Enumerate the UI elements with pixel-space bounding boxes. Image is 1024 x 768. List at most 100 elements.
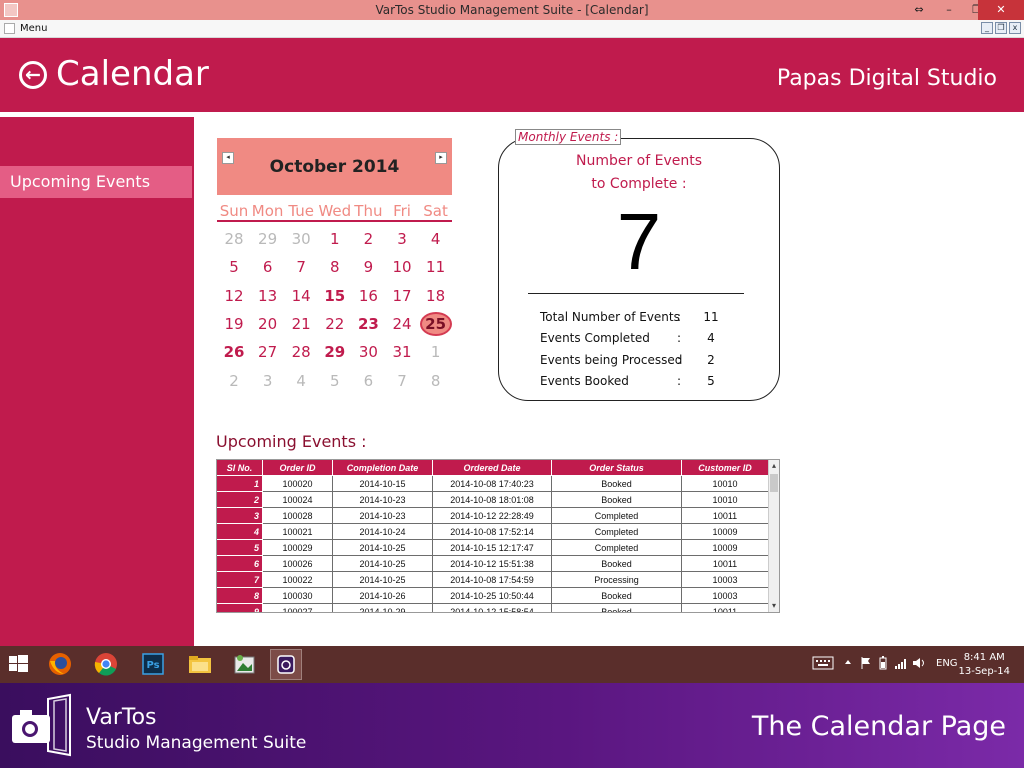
table-cell[interactable]: 10011	[682, 508, 769, 524]
table-row[interactable]: 9 100027 2014-10-29 2014-10-12 15:58:54 Book…	[217, 604, 769, 612]
table-cell[interactable]: 2014-10-23	[333, 492, 433, 508]
table-cell[interactable]: 2014-10-25	[333, 540, 433, 556]
table-cell[interactable]: 2014-10-12 22:28:49	[433, 508, 552, 524]
table-cell[interactable]: 9	[217, 604, 263, 612]
table-cell[interactable]: Booked	[552, 476, 682, 492]
table-cell[interactable]: Booked	[552, 588, 682, 604]
calendar-day[interactable]: 9	[351, 255, 385, 279]
battery-icon[interactable]	[878, 656, 888, 673]
upcoming-events-table[interactable]: Sl No. Order ID Completion Date Ordered Dat…	[216, 459, 780, 613]
calendar-day[interactable]: 4	[284, 369, 318, 393]
keyboard-icon[interactable]	[812, 656, 834, 673]
table-cell[interactable]: 2014-10-25 10:50:44	[433, 588, 552, 604]
calendar-day[interactable]: 26	[217, 340, 251, 364]
photoshop-icon[interactable]: Ps	[137, 649, 169, 680]
table-cell[interactable]: 10003	[682, 572, 769, 588]
calendar-day[interactable]: 22	[318, 312, 352, 336]
calendar-day[interactable]: 17	[385, 284, 419, 308]
table-cell[interactable]: 100030	[263, 588, 333, 604]
resize-button[interactable]: ⇔	[904, 0, 934, 20]
table-cell[interactable]: Booked	[552, 556, 682, 572]
table-cell[interactable]: 10011	[682, 556, 769, 572]
table-cell[interactable]: Completed	[552, 524, 682, 540]
calendar-day[interactable]: 18	[419, 284, 453, 308]
table-header-cell[interactable]: Order ID	[263, 460, 333, 476]
mdi-restore-button[interactable]: ❐	[995, 22, 1007, 34]
table-row[interactable]: 4 100021 2014-10-24 2014-10-08 17:52:14 Comp…	[217, 524, 769, 540]
table-cell[interactable]: 100024	[263, 492, 333, 508]
table-row[interactable]: 5 100029 2014-10-25 2014-10-15 12:17:47 Comp…	[217, 540, 769, 556]
menu-item-menu[interactable]: Menu	[20, 23, 47, 34]
table-cell[interactable]: 100028	[263, 508, 333, 524]
table-cell[interactable]: Completed	[552, 540, 682, 556]
table-row[interactable]: 2 100024 2014-10-23 2014-10-08 18:01:08 Book…	[217, 492, 769, 508]
firefox-icon[interactable]	[44, 649, 76, 680]
calendar-day[interactable]: 1	[318, 227, 352, 251]
signal-icon[interactable]	[894, 656, 908, 673]
next-month-button[interactable]: ▸	[435, 152, 447, 164]
table-cell[interactable]: 2	[217, 492, 263, 508]
table-header-cell[interactable]: Customer ID	[682, 460, 769, 476]
close-button[interactable]: ✕	[978, 0, 1024, 20]
table-cell[interactable]: 2014-10-25	[333, 556, 433, 572]
tray-expand-icon[interactable]	[844, 658, 852, 669]
table-row[interactable]: 6 100026 2014-10-25 2014-10-12 15:51:38 Book…	[217, 556, 769, 572]
scroll-down-icon[interactable]: ▾	[769, 601, 779, 611]
calendar-day[interactable]: 29	[318, 340, 352, 364]
table-cell[interactable]: Processing	[552, 572, 682, 588]
table-cell[interactable]: 100029	[263, 540, 333, 556]
table-cell[interactable]: 2014-10-08 17:52:14	[433, 524, 552, 540]
table-cell[interactable]: 100027	[263, 604, 333, 612]
file-explorer-icon[interactable]	[184, 649, 216, 680]
calendar-day[interactable]: 12	[217, 284, 251, 308]
windows-start-icon[interactable]	[2, 649, 34, 680]
calendar-day[interactable]: 1	[419, 340, 453, 364]
table-cell[interactable]: 10010	[682, 492, 769, 508]
calendar-day[interactable]: 4	[419, 227, 453, 251]
table-cell[interactable]: 100020	[263, 476, 333, 492]
language-indicator[interactable]: ENG	[936, 658, 958, 669]
taskbar-clock[interactable]: 8:41 AM 13-Sep-14	[958, 651, 1010, 679]
table-cell[interactable]: 2014-10-26	[333, 588, 433, 604]
table-cell[interactable]: 100026	[263, 556, 333, 572]
table-cell[interactable]: 1	[217, 476, 263, 492]
scroll-up-icon[interactable]: ▴	[769, 461, 779, 471]
table-header-cell[interactable]: Order Status	[552, 460, 682, 476]
table-cell[interactable]: 7	[217, 572, 263, 588]
table-cell[interactable]: 6	[217, 556, 263, 572]
table-cell[interactable]: 10011	[682, 604, 769, 612]
calendar-day[interactable]: 8	[419, 369, 453, 393]
table-cell[interactable]: 2014-10-08 17:54:59	[433, 572, 552, 588]
table-header-cell[interactable]: Completion Date	[333, 460, 433, 476]
calendar-day[interactable]: 2	[217, 369, 251, 393]
table-cell[interactable]: Booked	[552, 604, 682, 612]
calendar-day[interactable]: 28	[284, 340, 318, 364]
chrome-icon[interactable]	[90, 649, 122, 680]
table-cell[interactable]: 2014-10-08 17:40:23	[433, 476, 552, 492]
table-cell[interactable]: 2014-10-12 15:51:38	[433, 556, 552, 572]
table-cell[interactable]: 2014-10-25	[333, 572, 433, 588]
calendar-day[interactable]: 30	[351, 340, 385, 364]
table-row[interactable]: 8 100030 2014-10-26 2014-10-25 10:50:44 Book…	[217, 588, 769, 604]
calendar-day[interactable]: 23	[351, 312, 385, 336]
scroll-thumb[interactable]	[770, 474, 778, 492]
table-cell[interactable]: 100022	[263, 572, 333, 588]
calendar-day[interactable]: 24	[385, 312, 419, 336]
sidebar-item-upcoming-events[interactable]: Upcoming Events	[0, 166, 192, 198]
calendar-day[interactable]: 27	[251, 340, 285, 364]
calendar-day[interactable]: 14	[284, 284, 318, 308]
table-cell[interactable]: 10009	[682, 540, 769, 556]
calendar-day[interactable]: 6	[251, 255, 285, 279]
calendar-day[interactable]: 7	[284, 255, 318, 279]
table-cell[interactable]: 2014-10-23	[333, 508, 433, 524]
calendar-day[interactable]: 6	[351, 369, 385, 393]
table-header-cell[interactable]: Sl No.	[217, 460, 263, 476]
table-cell[interactable]: 2014-10-15 12:17:47	[433, 540, 552, 556]
flag-icon[interactable]	[860, 656, 872, 673]
calendar-day[interactable]: 20	[251, 312, 285, 336]
table-cell[interactable]: Booked	[552, 492, 682, 508]
back-arrow-icon[interactable]: ←	[19, 61, 47, 89]
table-row[interactable]: 3 100028 2014-10-23 2014-10-12 22:28:49 Comp…	[217, 508, 769, 524]
table-cell[interactable]: 2014-10-24	[333, 524, 433, 540]
calendar-day-selected[interactable]: 25	[419, 311, 452, 336]
